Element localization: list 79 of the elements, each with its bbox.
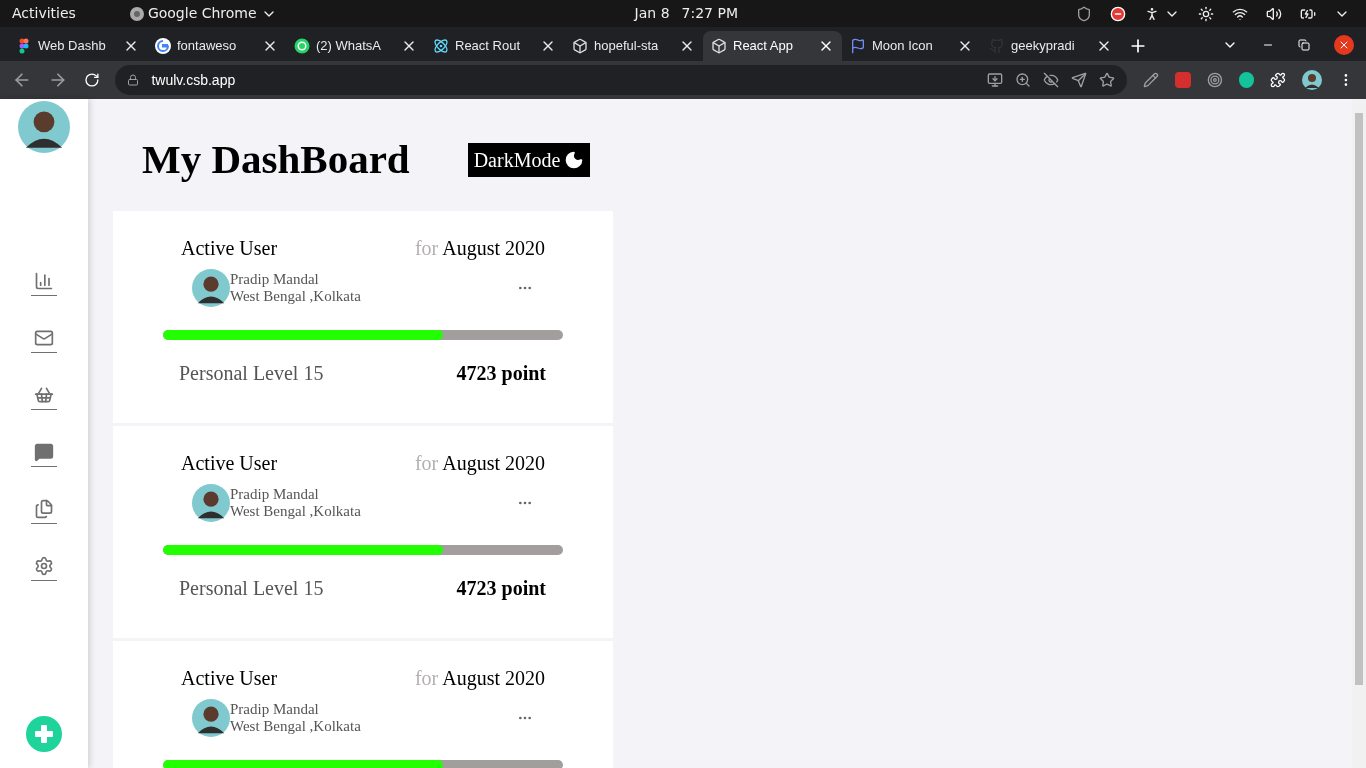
app-menu[interactable]: Google Chrome (147, 3, 257, 24)
user-location: West Bengal ,Kolkata (230, 717, 361, 735)
browser-tab[interactable]: Moon Icon (842, 31, 981, 61)
dark-mode-button[interactable]: DarkMode (467, 142, 591, 177)
card-title: Active User (181, 450, 278, 476)
points-text: 4723 point (456, 360, 546, 387)
for-label: for (414, 235, 439, 261)
time-text[interactable]: 7:27 PM (681, 3, 738, 24)
target-icon[interactable] (1206, 72, 1223, 88)
browser-tab[interactable]: (2) WhatsA (286, 31, 425, 61)
user-location: West Bengal ,Kolkata (230, 287, 361, 305)
extensions-icon[interactable] (1270, 72, 1287, 88)
message-icon[interactable] (34, 442, 54, 462)
scrollbar-thumb[interactable] (1355, 113, 1363, 685)
brightness-icon[interactable] (1198, 5, 1214, 22)
card-title: Active User (181, 235, 278, 261)
personal-level: Personal Level 15 (179, 575, 324, 601)
accessibility-icon[interactable] (1144, 5, 1160, 22)
user-location: West Bengal ,Kolkata (230, 502, 361, 520)
address-field[interactable]: twulv.csb.app (115, 65, 1127, 95)
close-window-button[interactable] (1334, 35, 1354, 55)
avatar (192, 268, 230, 307)
tab-title: fontaweso (177, 37, 237, 56)
zoom-icon[interactable] (1015, 72, 1031, 88)
cube-icon (711, 38, 727, 54)
extension-icon[interactable] (1174, 72, 1191, 88)
tab-title: React App (733, 37, 793, 56)
tab-title: geekypradi (1011, 37, 1075, 56)
browser-tab[interactable]: React App (703, 31, 842, 61)
blocked-icon[interactable] (1110, 5, 1126, 22)
url-text: twulv.csb.app (151, 70, 237, 90)
browser-tab[interactable]: React Rout (425, 31, 564, 61)
cube-icon (572, 38, 588, 54)
card-title: Active User (181, 665, 278, 691)
avatar (18, 101, 70, 153)
browser-tab[interactable]: fontaweso (147, 31, 286, 61)
avatar (192, 698, 230, 737)
points-text: 4723 point (456, 575, 546, 602)
lock-icon (127, 74, 140, 86)
tab-title: Web Dashb (38, 37, 106, 56)
browser-tab[interactable]: geekypradi (981, 31, 1120, 61)
pen-icon[interactable] (1143, 72, 1159, 88)
period-text: August 2020 (442, 665, 545, 692)
bookmark-icon[interactable] (1099, 72, 1115, 88)
user-name: Pradip Mandal (230, 270, 320, 288)
profile-avatar (1302, 70, 1323, 90)
close-icon (1338, 39, 1350, 51)
install-icon[interactable] (987, 72, 1003, 88)
user-name: Pradip Mandal (230, 485, 320, 503)
shield-icon[interactable] (1076, 5, 1092, 22)
for-label: for (414, 665, 439, 691)
basket-icon[interactable] (34, 385, 54, 405)
settings-icon[interactable] (34, 556, 54, 576)
personal-level: Personal Level 15 (179, 360, 324, 386)
volume-icon[interactable] (1266, 5, 1282, 22)
moon-icon (564, 149, 585, 170)
eye-off-icon[interactable] (1043, 72, 1059, 88)
period-text: August 2020 (442, 235, 545, 262)
flag-icon (850, 38, 866, 54)
restore-icon[interactable] (1298, 39, 1310, 51)
atom-icon (433, 38, 449, 54)
tab-title: React Rout (455, 37, 521, 56)
page-title: My DashBoard (142, 135, 410, 184)
tab-title: Moon Icon (872, 37, 933, 56)
tab-title: (2) WhatsA (316, 37, 381, 56)
browser-tab[interactable]: Web Dashb (8, 31, 147, 61)
send-icon[interactable] (1071, 72, 1087, 88)
activities-button[interactable]: Activities (12, 3, 76, 24)
date-text[interactable]: Jan 8 (634, 3, 670, 24)
for-label: for (414, 450, 439, 476)
chart-icon[interactable] (34, 271, 54, 291)
reload-icon[interactable] (83, 72, 100, 88)
user-name: Pradip Mandal (230, 700, 320, 718)
mail-icon[interactable] (34, 328, 54, 348)
browser-tab[interactable]: hopeful-sta (564, 31, 703, 61)
avatar (192, 483, 230, 522)
files-icon[interactable] (34, 499, 54, 519)
tab-title: hopeful-sta (594, 37, 659, 56)
period-text: August 2020 (442, 450, 545, 477)
